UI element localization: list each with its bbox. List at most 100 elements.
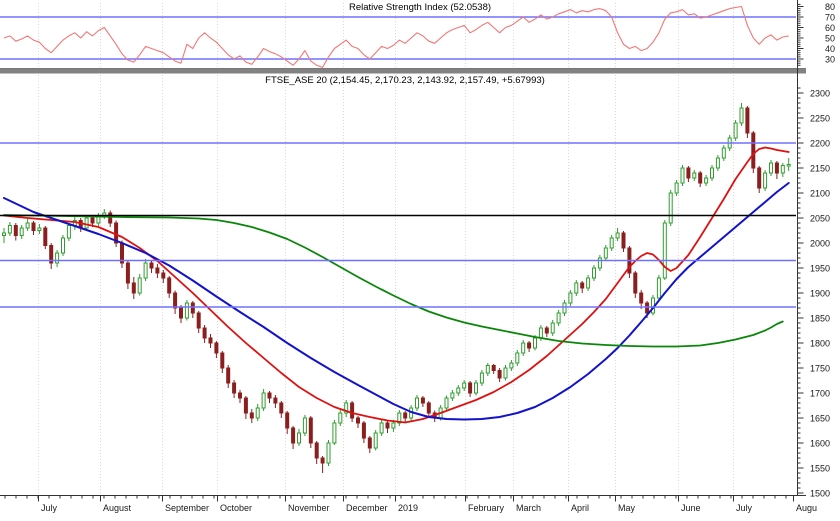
candle-up (715, 157, 720, 169)
rsi-axis-label: 70 (825, 13, 835, 23)
candle-up (562, 302, 567, 314)
candle-up (603, 247, 608, 259)
x-axis-month-label: June (681, 503, 701, 513)
rsi-axis-label: 50 (825, 34, 835, 44)
x-axis-month-label: December (346, 503, 388, 513)
candle-down (639, 292, 644, 304)
candle-down (645, 302, 650, 314)
candle-up (710, 167, 714, 179)
candle-down (426, 402, 431, 414)
candle-up (462, 382, 467, 389)
candle-up (556, 312, 561, 324)
candle-up (503, 367, 508, 379)
candle-up (379, 422, 384, 434)
candle-up (662, 222, 667, 279)
candle-up (338, 412, 343, 424)
candle-down (527, 342, 532, 349)
candle-up (302, 417, 307, 434)
candle-down (420, 397, 425, 404)
candle-up (586, 277, 591, 289)
candle-down (202, 327, 207, 339)
chart-canvas: 807060504030 2300 2250 2200 2150 2100 2050 2000… (0, 0, 835, 513)
price-axis-label: 1550 (810, 464, 830, 474)
candle-up (19, 227, 24, 236)
panel-separator[interactable] (0, 69, 806, 74)
candle-up (550, 322, 555, 334)
price-axis-label: 1800 (810, 339, 830, 349)
candle-down (698, 172, 703, 184)
candle-up (509, 362, 514, 369)
x-axis-month-label: 2019 (398, 503, 418, 513)
candle-down (774, 162, 779, 174)
candle-down (196, 312, 201, 329)
candle-down (149, 262, 154, 269)
price-axis-label: 1500 (810, 489, 830, 499)
candle-down (31, 222, 36, 231)
price-axis-label: 1600 (810, 439, 830, 449)
x-axis-month-label: August (103, 503, 132, 513)
candle-down (621, 232, 626, 249)
candle-down (291, 427, 296, 444)
candle-up (538, 327, 543, 339)
candle-down (167, 277, 172, 294)
candle-down (757, 167, 762, 189)
candle-up (415, 397, 419, 409)
candle-down (633, 272, 638, 294)
candle-down (580, 282, 585, 289)
rsi-axis-label: 60 (825, 23, 835, 33)
x-axis-month-label: November (288, 503, 330, 513)
candle-down (544, 327, 549, 334)
candle-down (220, 352, 225, 369)
candle-up (592, 267, 596, 279)
rsi-line (3, 5, 789, 68)
candle-up (55, 252, 60, 264)
candle-down (108, 212, 113, 224)
candle-up (255, 407, 260, 419)
price-axis-label: 1900 (810, 289, 830, 299)
candle-down (125, 262, 130, 284)
candle-down (751, 132, 756, 169)
candle-up (444, 397, 449, 409)
candle-up (326, 442, 331, 464)
rsi-axis-label: 30 (825, 55, 835, 65)
price-axis-label: 2150 (810, 164, 830, 174)
candle-up (568, 292, 573, 304)
price-axis-label: 2250 (810, 114, 830, 124)
rsi-panel-title: Relative Strength Index (52.0538) (349, 2, 491, 13)
candle-down (13, 225, 18, 236)
candle-up (7, 225, 12, 234)
candle-up (261, 392, 266, 409)
x-axis-month-label: May (618, 503, 636, 513)
candle-down (179, 307, 183, 319)
x-axis-month-label: Augu (796, 503, 817, 513)
candle-up (780, 165, 785, 174)
price-axis-label: 1650 (810, 414, 830, 424)
price-axis-label: 1850 (810, 314, 830, 324)
candle-down (238, 392, 242, 399)
price-panel-title: FTSE_ASE 20 (2,154.45, 2,170.23, 2,143.9… (265, 75, 545, 86)
candle-up (674, 182, 679, 194)
candle-down (273, 397, 278, 404)
horizontal-lines-layer (0, 142, 796, 308)
candle-down (308, 417, 313, 444)
rsi-axis-label: 80 (825, 2, 835, 12)
candle-down (173, 292, 178, 309)
rsi-panel (0, 5, 796, 68)
candle-up (680, 167, 685, 184)
candle-down (279, 402, 284, 414)
candle-down (249, 412, 254, 419)
candle-up (373, 432, 378, 449)
candle-down (385, 422, 390, 429)
price-axis-label: 1950 (810, 264, 830, 274)
candle-up (474, 382, 478, 394)
price-axis-label: 2050 (810, 214, 830, 224)
candle-down (190, 302, 195, 314)
candle-up (456, 387, 461, 394)
candle-up (332, 422, 337, 444)
candle-down (226, 367, 231, 384)
x-axis-month-label: March (516, 503, 541, 513)
x-axis-month-label: July (736, 503, 753, 513)
candle-up (485, 365, 490, 374)
candle-up (692, 172, 697, 179)
charting-application-window: 80 70 60 50 40 30 2300 2250 2200 2150 2100 2050 2000… (0, 0, 840, 521)
